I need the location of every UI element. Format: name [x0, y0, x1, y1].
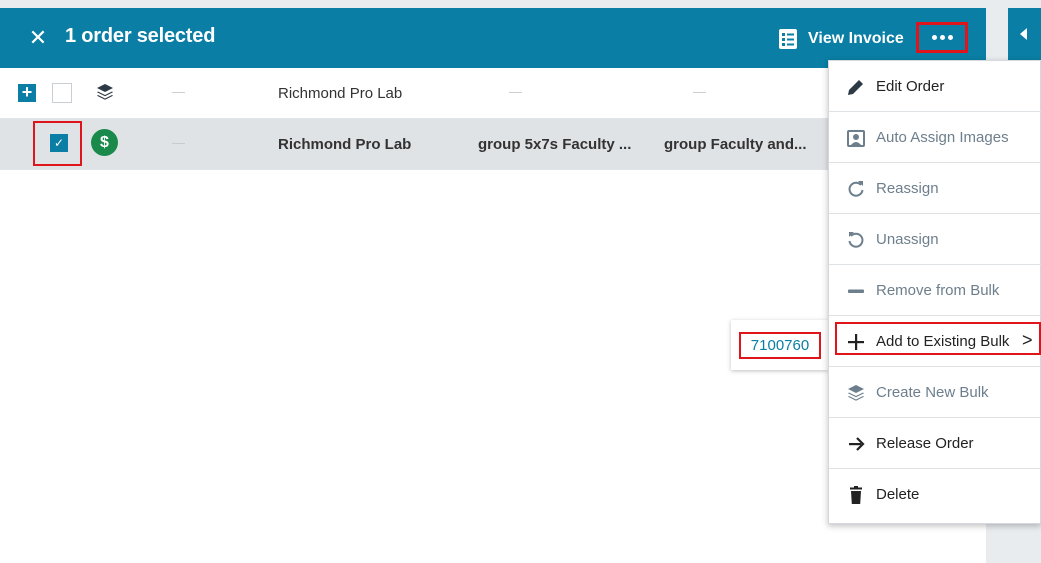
trash-icon	[850, 486, 862, 504]
undo-icon	[848, 232, 864, 248]
side-panel-toggle[interactable]	[1008, 8, 1041, 68]
row-cell-empty: —	[693, 84, 706, 99]
view-invoice-label: View Invoice	[808, 30, 904, 47]
row-checkbox[interactable]	[52, 83, 72, 103]
dollar-icon: $	[91, 129, 118, 156]
menu-item-add-to-existing-bulk[interactable]: Add to Existing Bulk >	[829, 316, 1041, 367]
caret-left-icon	[1020, 28, 1027, 40]
menu-item-label: Reassign	[876, 180, 939, 197]
plus-icon	[848, 334, 864, 350]
menu-item-remove-from-bulk[interactable]: Remove from Bulk	[829, 265, 1041, 316]
view-invoice-button[interactable]: View Invoice	[778, 26, 904, 52]
row-group-name: group 5x7s Faculty ...	[478, 136, 632, 153]
more-actions-button[interactable]	[916, 22, 968, 53]
redo-icon	[848, 181, 864, 197]
menu-item-label: Unassign	[876, 231, 939, 248]
menu-item-reassign[interactable]: Reassign	[829, 163, 1041, 214]
bulk-id-link[interactable]: 7100760	[739, 332, 821, 359]
row-cell-empty: —	[172, 135, 185, 150]
menu-item-label: Edit Order	[876, 78, 945, 95]
invoice-icon	[779, 29, 797, 49]
menu-item-label: Delete	[876, 486, 920, 503]
page-title: 1 order selected	[65, 25, 216, 47]
menu-item-release-order[interactable]: Release Order	[829, 418, 1041, 469]
menu-item-label: Remove from Bulk	[876, 282, 1000, 299]
more-horizontal-icon	[931, 35, 937, 40]
row-lab-name: Richmond Pro Lab	[278, 85, 403, 102]
arrow-right-icon	[849, 437, 865, 451]
pencil-icon	[848, 80, 863, 95]
menu-item-label: Create New Bulk	[876, 384, 989, 401]
expand-plus-icon[interactable]: +	[18, 83, 36, 102]
row-checkbox-highlight: ✓	[33, 121, 82, 166]
chevron-right-icon: >	[1022, 330, 1033, 350]
row-lab-name: Richmond Pro Lab	[278, 136, 412, 153]
menu-item-label: Add to Existing Bulk	[876, 333, 1010, 350]
row-cell-empty: —	[172, 84, 185, 99]
menu-item-create-new-bulk[interactable]: Create New Bulk	[829, 367, 1041, 418]
menu-item-label: Release Order	[876, 435, 974, 452]
menu-item-delete[interactable]: Delete	[829, 469, 1041, 520]
image-portrait-icon	[847, 130, 865, 147]
row-checkbox-checked[interactable]: ✓	[50, 134, 68, 152]
actions-menu: Edit Order Auto Assign Images Reassign U…	[828, 60, 1041, 524]
row-group-desc: group Faculty and...	[664, 136, 807, 153]
menu-item-auto-assign-images[interactable]: Auto Assign Images	[829, 112, 1041, 163]
row-cell-empty: —	[509, 84, 522, 99]
layers-icon	[848, 385, 864, 401]
menu-item-label: Auto Assign Images	[876, 129, 1009, 146]
bulk-submenu: 7100760	[731, 320, 828, 370]
close-icon[interactable]: ✕	[26, 24, 50, 52]
menu-item-edit-order[interactable]: Edit Order	[829, 61, 1041, 112]
selection-header: ✕ 1 order selected View Invoice	[0, 8, 986, 68]
minus-icon	[848, 289, 864, 293]
layers-icon	[97, 84, 113, 100]
menu-item-unassign[interactable]: Unassign	[829, 214, 1041, 265]
